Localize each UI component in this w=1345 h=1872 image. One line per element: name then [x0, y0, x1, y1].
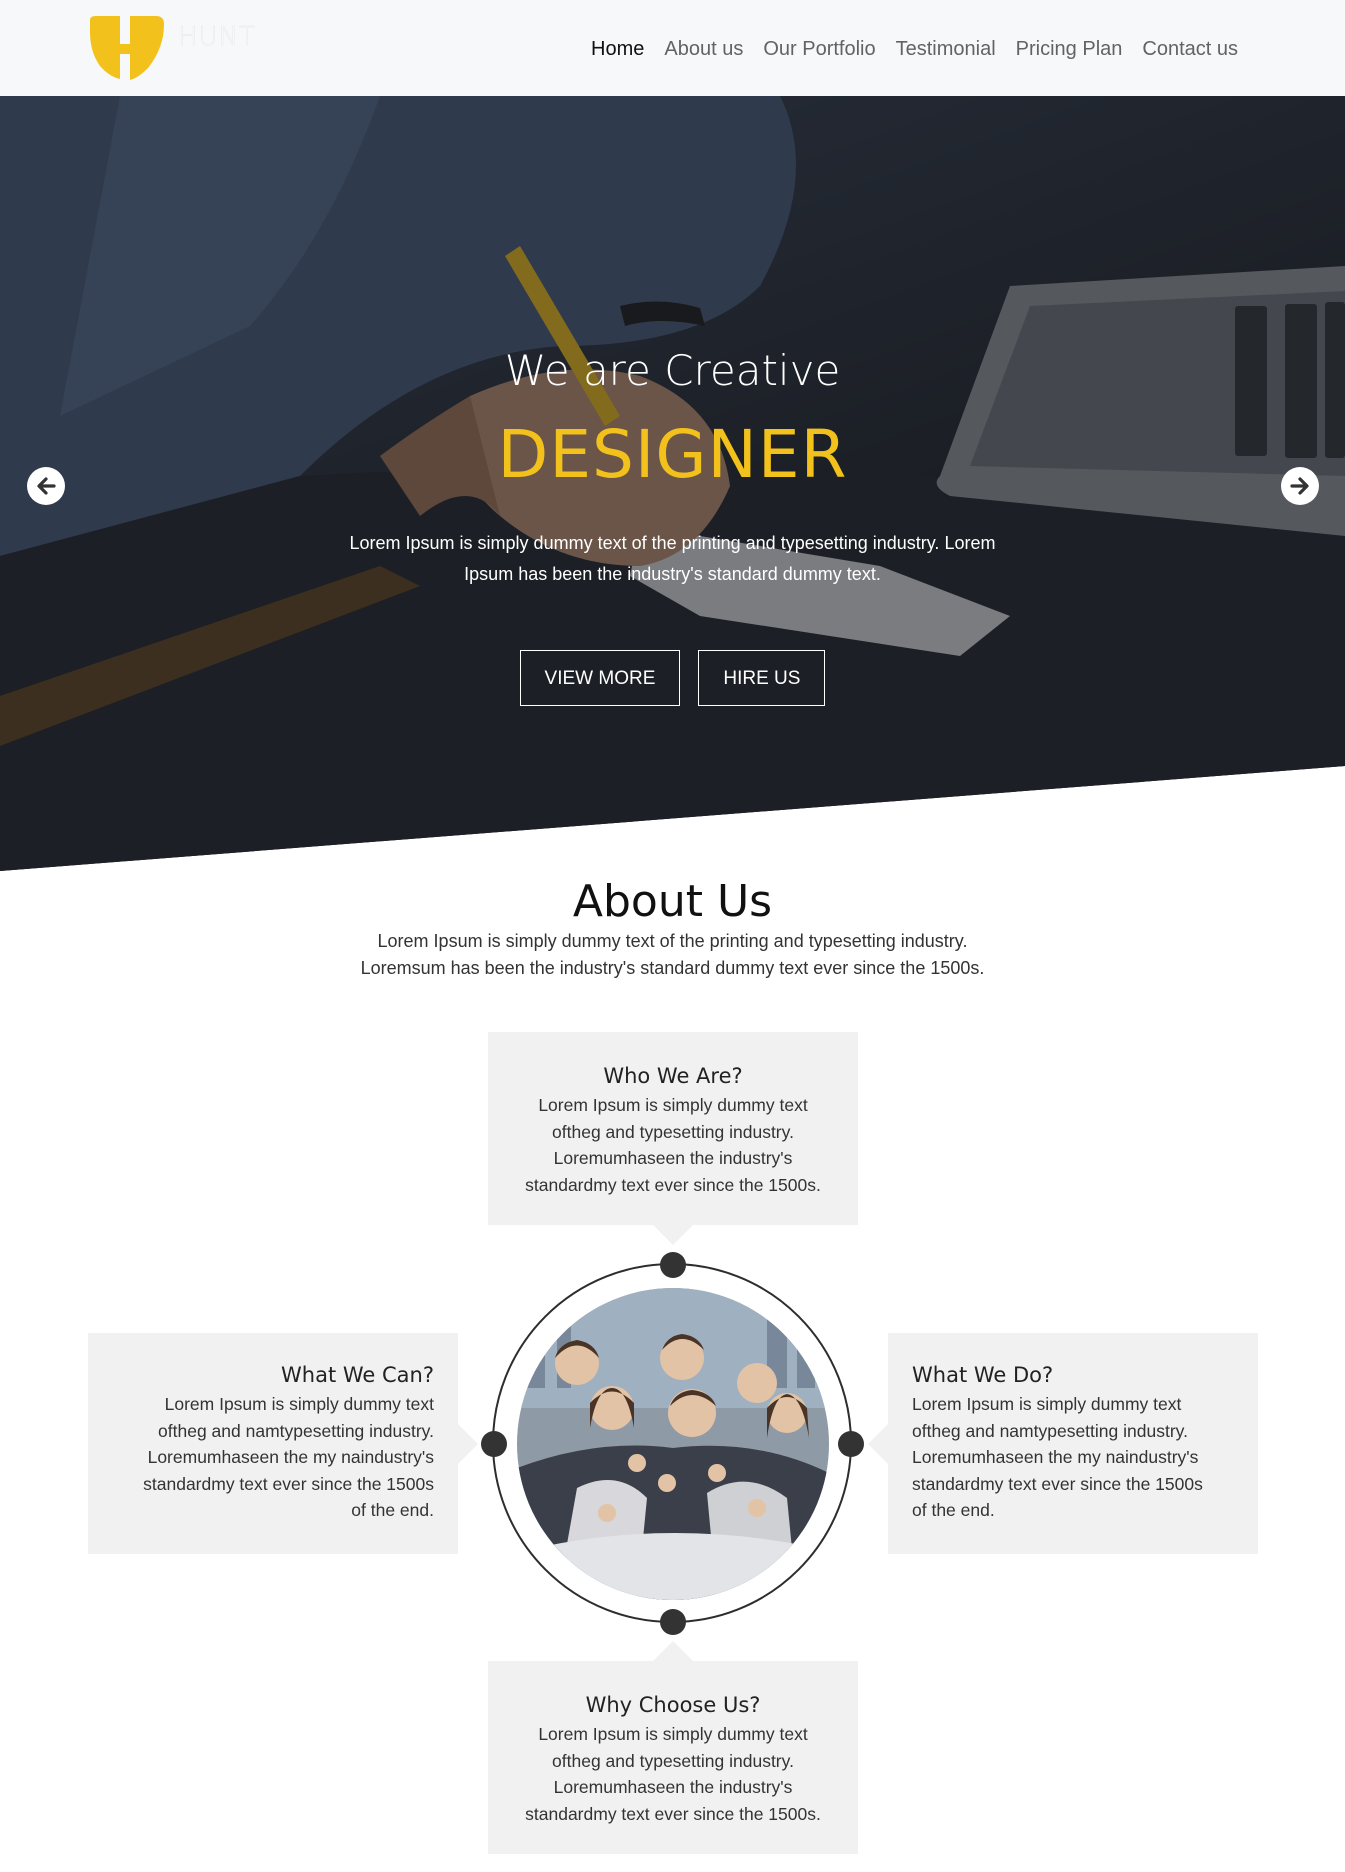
ring-dot-bottom — [660, 1609, 686, 1635]
card-text-line: standardmy text ever since the 1500s — [143, 1473, 434, 1494]
card-text: Lorem Ipsum is simply dummy text oftheg … — [112, 1391, 434, 1524]
view-more-button[interactable]: VIEW MORE — [519, 650, 681, 706]
card-text-line: standardmy text ever since the 1500s — [912, 1473, 1203, 1494]
nav-testimonial[interactable]: Testimonial — [886, 34, 1006, 64]
card-title: What We Can? — [281, 1363, 434, 1387]
card-text-line: of the end. — [351, 1500, 434, 1520]
card-text-line: Loremumhaseen the industry's — [553, 1777, 793, 1797]
card-title: Who We Are? — [603, 1064, 743, 1088]
card-who-we-are: Who We Are? Lorem Ipsum is simply dummy … — [488, 1032, 858, 1225]
main-nav: Home About us Our Portfolio Testimonial … — [581, 34, 1248, 64]
card-text-line: of the end. — [912, 1500, 995, 1520]
about-title: About Us — [572, 876, 773, 927]
hero-headline: DESIGNER — [497, 416, 848, 493]
card-text-line: Lorem Ipsum is simply dummy text — [538, 1724, 808, 1744]
top-navbar: HUNT Home About us Our Portfolio Testimo… — [0, 0, 1345, 96]
card-what-we-can: What We Can? Lorem Ipsum is simply dummy… — [88, 1333, 458, 1554]
card-why-choose-us: Why Choose Us? Lorem Ipsum is simply dum… — [488, 1661, 858, 1854]
about-subtitle-line: Loremsum has been the industry's standar… — [360, 958, 985, 978]
card-pointer — [458, 1424, 478, 1464]
ring-dot-right — [838, 1431, 864, 1457]
ring-dot-top — [660, 1252, 686, 1278]
card-text-line: oftheg and namtypesetting industry. — [912, 1420, 1188, 1441]
hero-slider: We are Creative DESIGNER Lorem Ipsum is … — [0, 96, 1345, 871]
card-text-line: Loremumhaseen the industry's — [553, 1148, 793, 1168]
card-text: Lorem Ipsum is simply dummy text oftheg … — [512, 1092, 834, 1198]
card-text-line: oftheg and typesetting industry. — [552, 1121, 794, 1142]
card-pointer — [653, 1225, 693, 1245]
card-text-line: standardmy text ever since the 1500s. — [525, 1174, 821, 1195]
card-text-line: Lorem Ipsum is simply dummy text — [164, 1394, 434, 1414]
card-text: Lorem Ipsum is simply dummy text oftheg … — [512, 1721, 834, 1827]
card-text-line: Lorem Ipsum is simply dummy text — [538, 1095, 808, 1115]
card-text-line: oftheg and typesetting industry. — [552, 1750, 794, 1771]
card-pointer — [653, 1641, 693, 1661]
card-title: What We Do? — [912, 1363, 1054, 1387]
card-text-line: oftheg and namtypesetting industry. — [158, 1420, 434, 1441]
ring-dot-left — [481, 1431, 507, 1457]
nav-about-us[interactable]: About us — [654, 34, 753, 64]
hero-actions: VIEW MORE HIRE US — [0, 650, 1345, 706]
card-text: Lorem Ipsum is simply dummy text oftheg … — [912, 1391, 1234, 1524]
brand-logo-text: HUNT — [178, 22, 256, 53]
nav-our-portfolio[interactable]: Our Portfolio — [753, 34, 885, 64]
card-text-line: Lorem Ipsum is simply dummy text — [912, 1394, 1182, 1414]
hero-tagline: We are Creative — [504, 346, 841, 395]
nav-home[interactable]: Home — [581, 34, 654, 64]
about-subtitle: Lorem Ipsum is simply dummy text of the … — [0, 928, 1345, 982]
nav-pricing-plan[interactable]: Pricing Plan — [1006, 34, 1133, 64]
team-photo-image — [517, 1288, 829, 1600]
hero-description: Lorem Ipsum is simply dummy text of the … — [349, 533, 996, 584]
card-text-line: Loremumhaseen the my naindustry's — [912, 1447, 1199, 1467]
card-text-line: standardmy text ever since the 1500s. — [525, 1803, 821, 1824]
card-pointer — [868, 1424, 888, 1464]
card-what-we-do: What We Do? Lorem Ipsum is simply dummy … — [888, 1333, 1258, 1554]
card-text-line: Loremumhaseen the my naindustry's — [147, 1447, 434, 1467]
team-photo — [517, 1288, 829, 1600]
hire-us-button[interactable]: HIRE US — [698, 650, 826, 706]
card-title: Why Choose Us? — [585, 1693, 761, 1717]
about-subtitle-line: Lorem Ipsum is simply dummy text of the … — [377, 931, 968, 951]
nav-contact-us[interactable]: Contact us — [1132, 34, 1248, 64]
